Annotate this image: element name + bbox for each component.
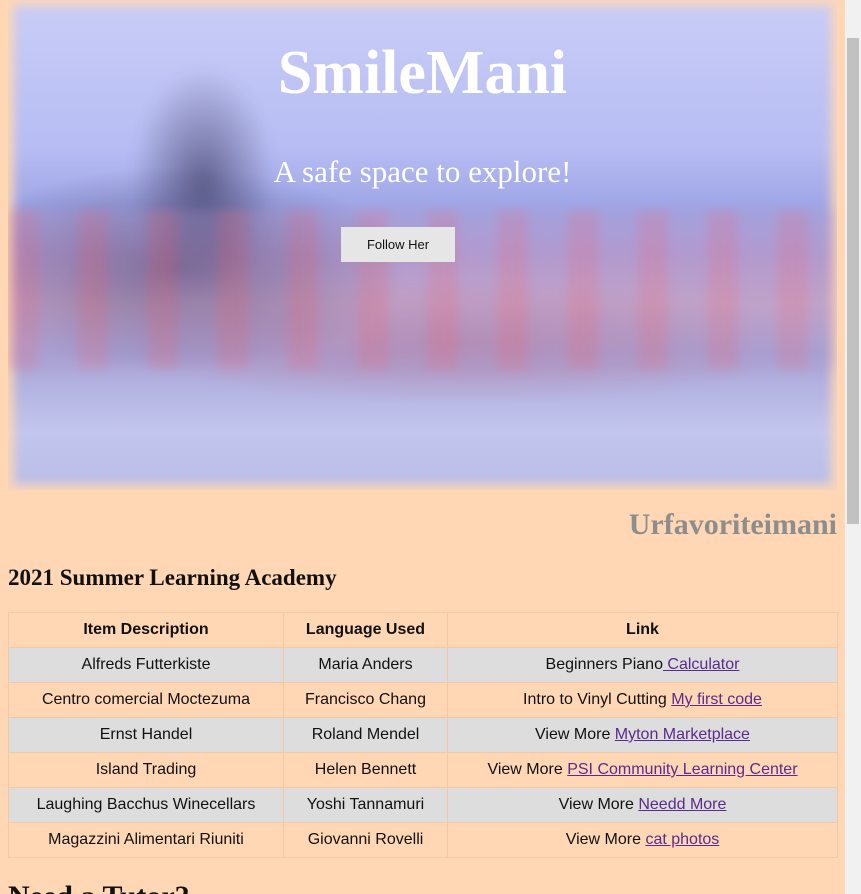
language-cell: Francisco Chang	[283, 682, 448, 718]
item-cell: Centro comercial Moctezuma	[8, 682, 284, 718]
language-cell: Giovanni Rovelli	[283, 822, 448, 858]
link-cell: Beginners Piano Calculator	[447, 647, 838, 683]
row-link[interactable]: PSI Community Learning Center	[567, 761, 797, 778]
link-prefix: Beginners Piano	[545, 656, 663, 673]
hero-title: SmileMani	[277, 39, 568, 107]
table-row: Island Trading Helen Bennett View More P…	[8, 752, 838, 788]
language-cell: Yoshi Tannamuri	[283, 787, 448, 823]
link-prefix: View More	[558, 796, 639, 813]
link-cell: Intro to Vinyl Cutting My first code	[447, 682, 838, 718]
row-link[interactable]: My first code	[671, 691, 762, 708]
link-cell: View More PSI Community Learning Center	[447, 752, 838, 788]
row-link[interactable]: cat photos	[645, 831, 719, 848]
link-cell: View More Needd More	[447, 787, 838, 823]
link-prefix: Intro to Vinyl Cutting	[523, 691, 672, 708]
table-header-row: Item Description Language Used Link	[8, 612, 838, 648]
link-cell: View More Myton Marketplace	[447, 717, 838, 753]
language-cell: Roland Mendel	[283, 717, 448, 753]
language-cell: Maria Anders	[283, 647, 448, 683]
page: SmileMani A safe space to explore! Follo…	[0, 0, 845, 894]
table-row: Alfreds Futterkiste Maria Anders Beginne…	[8, 647, 838, 683]
table-row: Laughing Bacchus Winecellars Yoshi Tanna…	[8, 787, 838, 823]
hero-subtitle: A safe space to explore!	[273, 154, 572, 189]
vertical-scrollbar[interactable]	[845, 0, 861, 894]
table-row: Magazzini Alimentari Riuniti Giovanni Ro…	[8, 822, 838, 858]
handle-heading: Urfavoriteimani	[628, 508, 837, 541]
link-prefix: View More	[565, 831, 646, 848]
section-title: 2021 Summer Learning Academy	[8, 565, 337, 590]
item-cell: Laughing Bacchus Winecellars	[8, 787, 284, 823]
column-header-link: Link	[447, 612, 838, 648]
language-cell: Helen Bennett	[283, 752, 448, 788]
row-link[interactable]: Needd More	[638, 796, 726, 813]
link-prefix: View More	[535, 726, 615, 743]
item-cell: Magazzini Alimentari Riuniti	[8, 822, 284, 858]
link-cell: View More cat photos	[447, 822, 838, 858]
item-cell: Alfreds Futterkiste	[8, 647, 284, 683]
column-header-language: Language Used	[283, 612, 448, 648]
row-link[interactable]: Myton Marketplace	[615, 726, 750, 743]
link-prefix: View More	[487, 761, 568, 778]
scrollbar-thumb[interactable]	[847, 38, 859, 524]
table-row: Centro comercial Moctezuma Francisco Cha…	[8, 682, 838, 718]
column-header-item: Item Description	[8, 612, 284, 648]
follow-her-button[interactable]: Follow Her	[341, 227, 455, 262]
table-row: Ernst Handel Roland Mendel View More Myt…	[8, 717, 838, 753]
next-section-title: Need a Tutor?	[8, 880, 190, 894]
course-table: Item Description Language Used Link Alfr…	[8, 612, 838, 858]
item-cell: Ernst Handel	[8, 717, 284, 753]
row-link[interactable]: Calculator	[663, 656, 739, 673]
item-cell: Island Trading	[8, 752, 284, 788]
